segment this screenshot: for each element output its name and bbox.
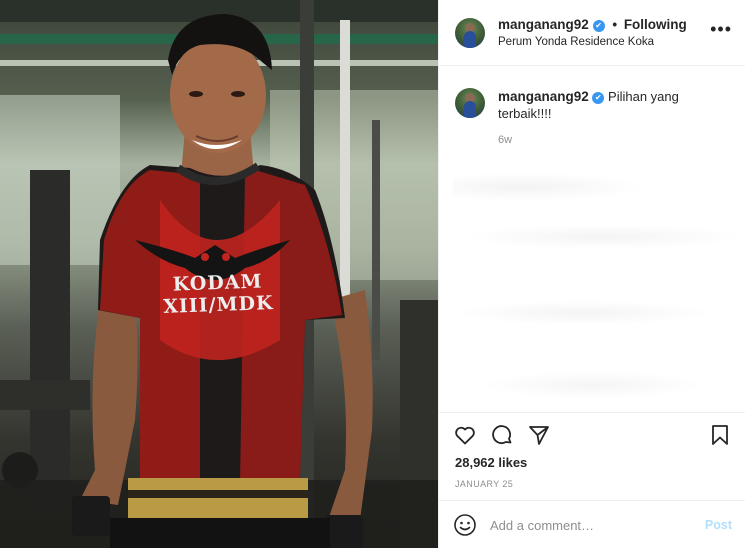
- comments-area: [453, 165, 735, 410]
- comment-icon[interactable]: [490, 423, 514, 447]
- post-header: manganang92 ✔ • Following Perum Yonda Re…: [439, 0, 745, 66]
- post-details-panel: manganang92 ✔ • Following Perum Yonda Re…: [438, 0, 745, 548]
- share-icon[interactable]: [527, 423, 551, 447]
- shirt-print-text: KODAM XIII/MDK: [162, 270, 274, 318]
- verified-badge-icon: ✔: [592, 20, 605, 32]
- caption-age: 6w: [498, 134, 513, 146]
- post-comment-button[interactable]: Post: [705, 518, 732, 532]
- comment-input[interactable]: [490, 515, 690, 535]
- author-line: manganang92 ✔ • Following: [498, 17, 687, 32]
- following-button[interactable]: Following: [624, 17, 687, 32]
- post-location[interactable]: Perum Yonda Residence Koka: [498, 36, 654, 48]
- post-date: JANUARY 25: [455, 479, 514, 489]
- author-username[interactable]: manganang92: [498, 17, 589, 32]
- post-photo[interactable]: KODAM XIII/MDK: [0, 0, 438, 548]
- likes-count[interactable]: 28,962 likes: [455, 455, 527, 470]
- more-options-icon[interactable]: •••: [710, 20, 732, 38]
- caption: manganang92 ✔ Pilihan yang terbaik!!!!: [498, 88, 728, 122]
- smiley-icon[interactable]: [453, 513, 477, 537]
- author-avatar[interactable]: [455, 18, 485, 48]
- heart-icon[interactable]: [453, 423, 477, 447]
- add-comment-bar: Post: [439, 500, 745, 548]
- caption-username[interactable]: manganang92: [498, 89, 589, 104]
- post-actions: 28,962 likes JANUARY 25: [439, 412, 745, 512]
- bookmark-icon[interactable]: [708, 423, 732, 447]
- separator-dot: •: [612, 17, 618, 32]
- caption-author-avatar[interactable]: [455, 88, 485, 118]
- caption-verified-badge-icon: ✔: [592, 92, 605, 104]
